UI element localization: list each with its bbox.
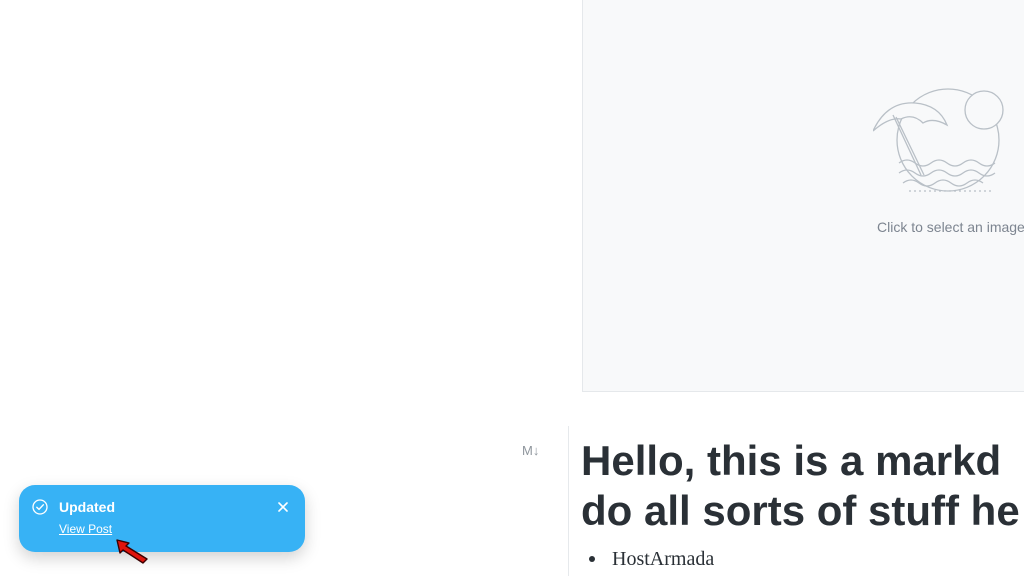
markdown-heading[interactable]: Hello, this is a markd do all sorts of s…	[581, 436, 1024, 536]
heading-line-1: Hello, this is a markd	[581, 437, 1002, 484]
pointer-arrow-icon	[116, 539, 148, 564]
editor-page: Click to select an image M↓ Hello, this …	[0, 0, 1024, 576]
check-circle-icon	[32, 499, 48, 515]
toast-title: Updated	[59, 499, 115, 515]
markdown-list: HostArmada	[589, 545, 714, 573]
close-icon[interactable]	[274, 498, 292, 516]
heading-line-2: do all sorts of stuff he	[581, 487, 1020, 534]
view-post-link[interactable]: View Post	[59, 522, 112, 536]
select-image-hint: Click to select an image	[877, 219, 1024, 235]
list-item[interactable]: HostArmada	[589, 545, 714, 573]
markdown-icon: M↓	[522, 443, 540, 458]
markdown-card-divider	[568, 426, 569, 576]
beach-umbrella-icon	[873, 88, 1004, 192]
feature-image-placeholder[interactable]: Click to select an image	[582, 0, 1024, 392]
updated-toast: Updated View Post	[19, 485, 305, 552]
